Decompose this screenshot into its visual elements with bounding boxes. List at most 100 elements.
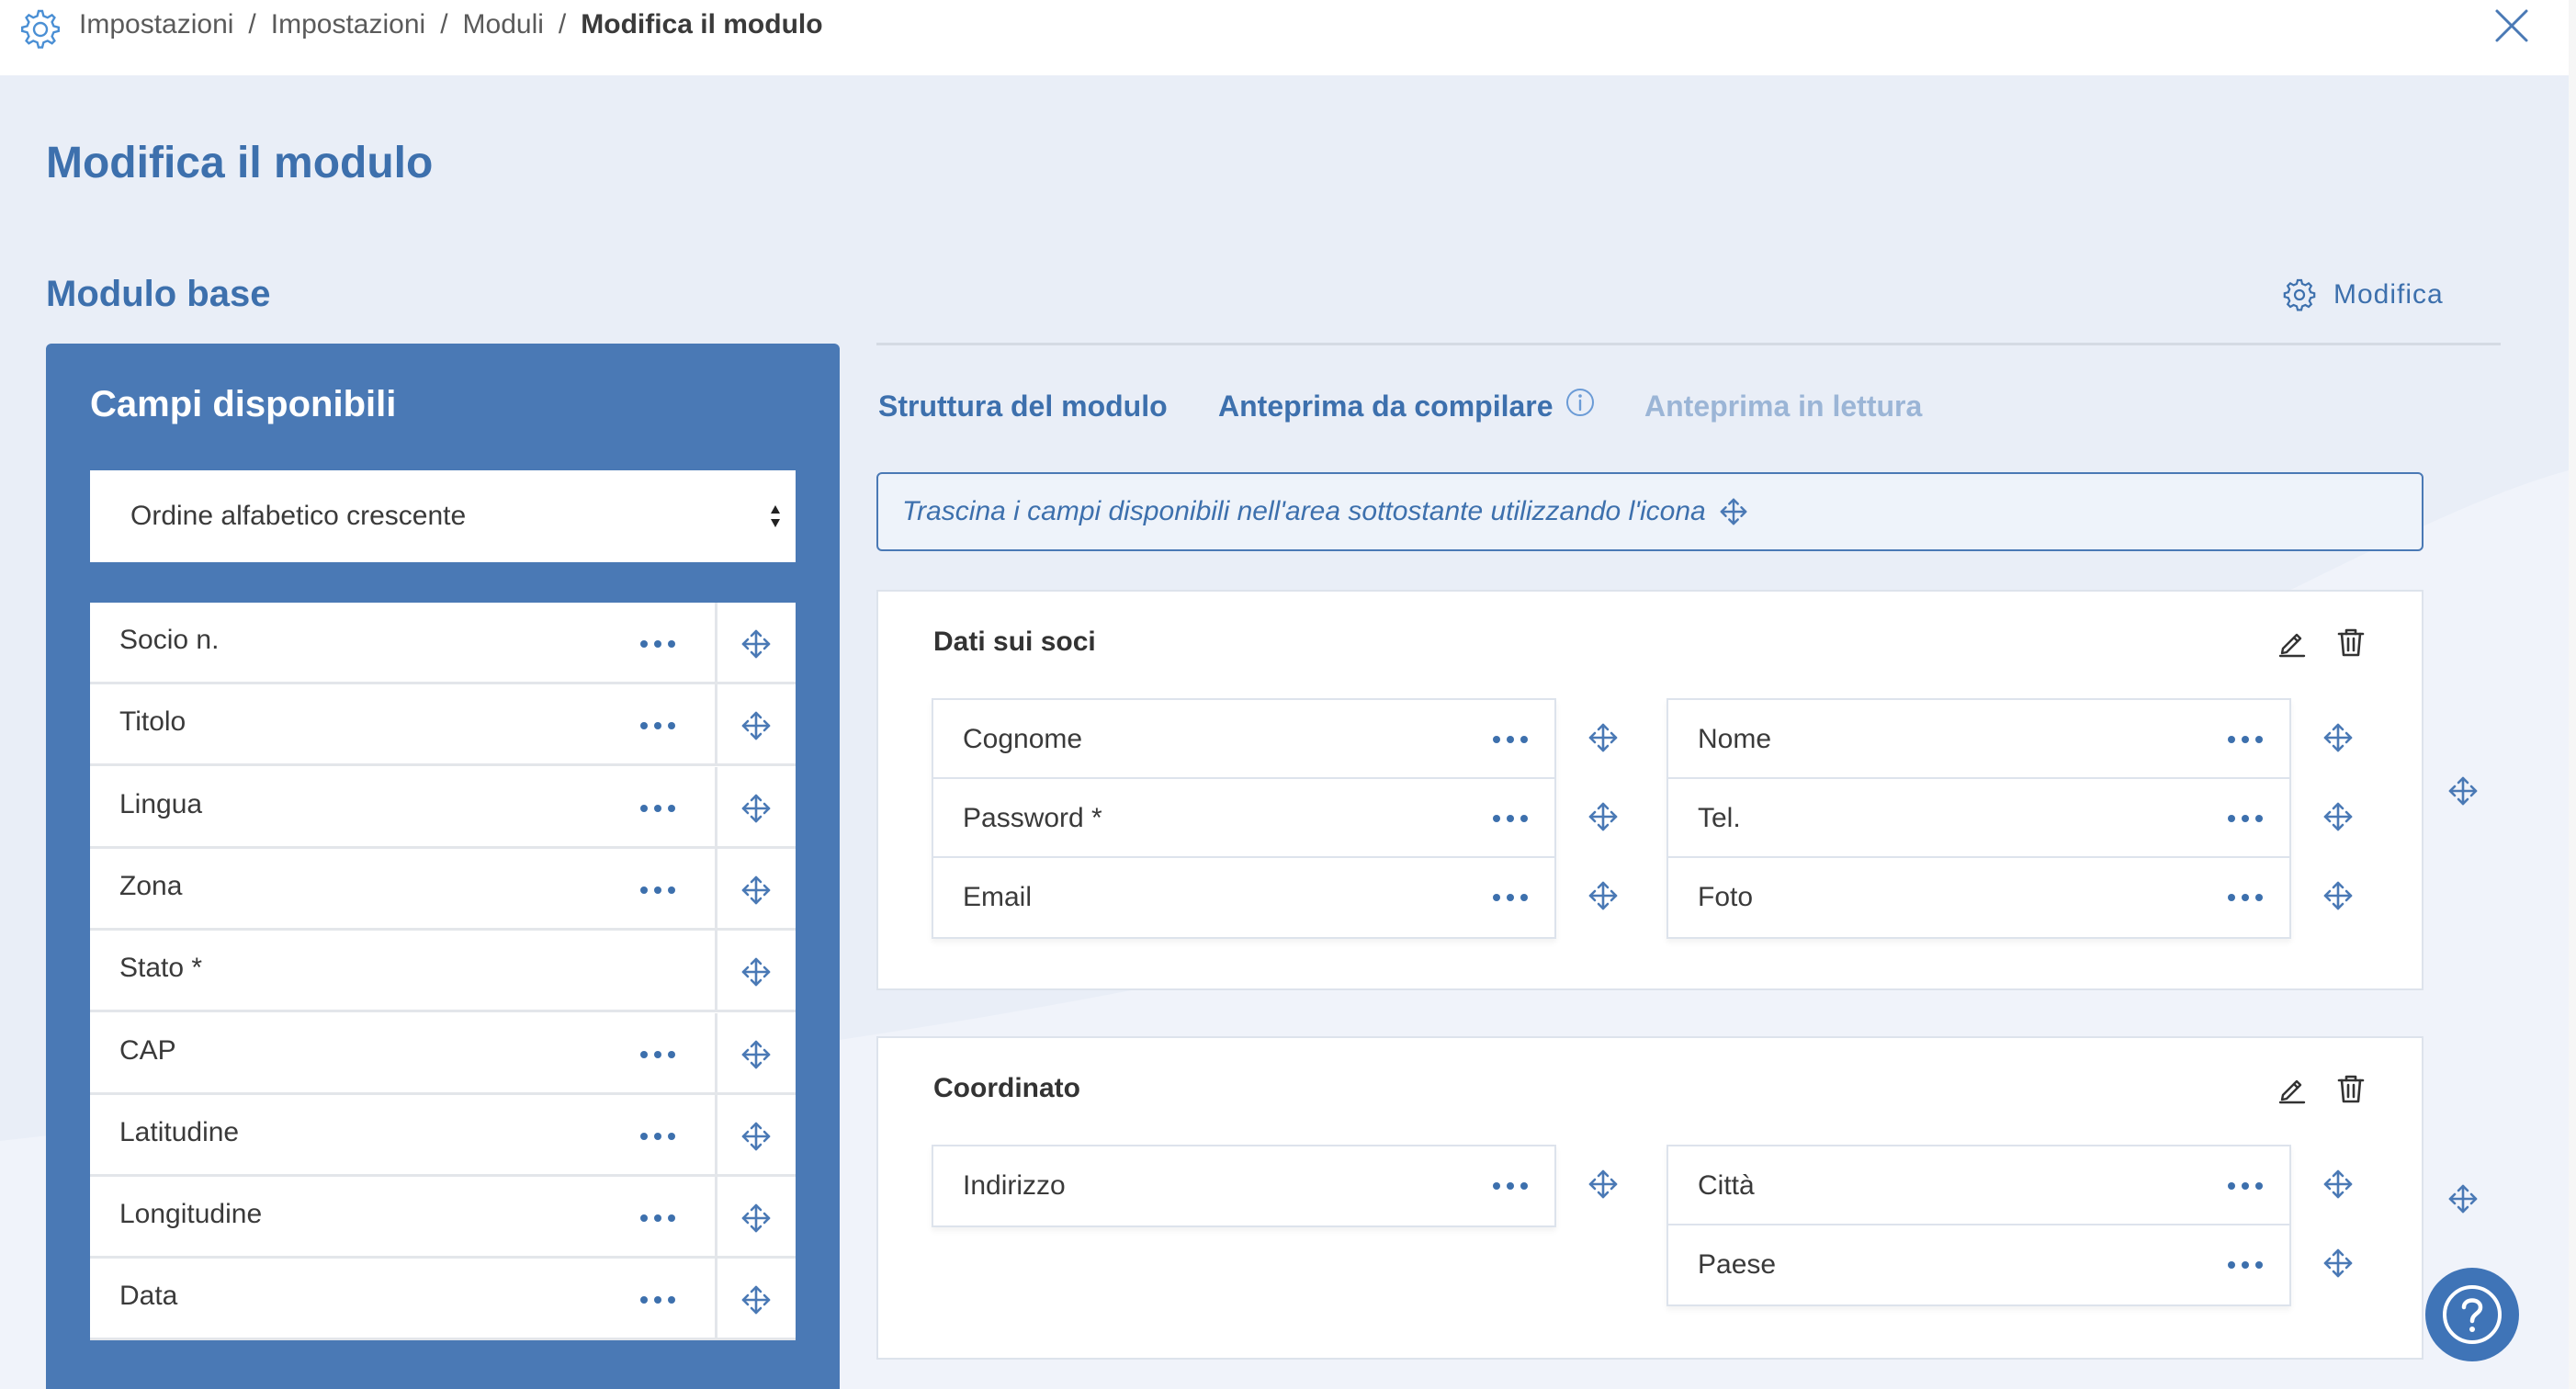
more-dots-icon[interactable] bbox=[1490, 1172, 1531, 1200]
move-icon bbox=[1719, 497, 1748, 526]
available-field-row[interactable]: Data bbox=[90, 1259, 796, 1341]
more-dots-icon[interactable] bbox=[638, 1041, 678, 1068]
move-icon[interactable] bbox=[1587, 722, 1619, 753]
section-field-row[interactable]: Città bbox=[1668, 1146, 2289, 1225]
section-field-row[interactable]: Foto bbox=[1668, 858, 2289, 937]
breadcrumb-separator: / bbox=[558, 9, 567, 40]
move-icon[interactable] bbox=[740, 710, 772, 741]
move-section-icon[interactable] bbox=[2447, 1183, 2479, 1214]
tab-preview-read[interactable]: Anteprima in lettura bbox=[1644, 390, 1922, 423]
more-dots-icon[interactable] bbox=[638, 712, 678, 740]
section-card-member-data: Dati sui soci Cognome Password * Email Nom… bbox=[876, 590, 2423, 990]
move-icon[interactable] bbox=[740, 875, 772, 906]
move-icon[interactable] bbox=[2322, 1169, 2354, 1200]
available-field-label: Latitudine bbox=[119, 1116, 240, 1147]
help-button[interactable] bbox=[2425, 1268, 2519, 1361]
available-fields-panel: Campi disponibili Ordine alfabetico cres… bbox=[46, 344, 840, 1389]
edit-module-label: Modifica bbox=[2333, 279, 2444, 310]
breadcrumb-separator: / bbox=[440, 9, 448, 40]
move-icon[interactable] bbox=[740, 956, 772, 988]
more-dots-icon[interactable] bbox=[2225, 884, 2265, 911]
available-field-row[interactable]: Titolo bbox=[90, 684, 796, 767]
tab-structure[interactable]: Struttura del modulo bbox=[878, 390, 1168, 423]
available-field-row[interactable]: Zona bbox=[90, 848, 796, 931]
available-field-label: Longitudine bbox=[119, 1199, 263, 1230]
section-field-row[interactable]: Email bbox=[933, 858, 1554, 937]
section-field-label: Tel. bbox=[1698, 803, 1741, 833]
more-dots-icon[interactable] bbox=[1490, 805, 1531, 832]
more-dots-icon[interactable] bbox=[1490, 726, 1531, 753]
breadcrumb-item[interactable]: Moduli bbox=[463, 9, 544, 40]
move-icon[interactable] bbox=[2322, 801, 2354, 832]
drag-hint-text: Trascina i campi disponibili nell'area s… bbox=[902, 496, 1706, 526]
move-icon[interactable] bbox=[2322, 880, 2354, 911]
available-field-row[interactable]: Socio n. bbox=[90, 603, 796, 684]
more-dots-icon[interactable] bbox=[638, 1123, 678, 1150]
trash-icon[interactable] bbox=[2335, 627, 2367, 658]
row-divider bbox=[715, 848, 717, 931]
move-icon[interactable] bbox=[2322, 1248, 2354, 1279]
move-icon[interactable] bbox=[740, 1203, 772, 1234]
move-icon[interactable] bbox=[740, 793, 772, 824]
section-field-row[interactable]: Password * bbox=[933, 779, 1554, 858]
row-divider bbox=[715, 931, 717, 1013]
available-field-row[interactable]: CAP bbox=[90, 1012, 796, 1095]
section-card-coordinates: Coordinato Indirizzo Città Paese bbox=[876, 1036, 2423, 1360]
move-icon[interactable] bbox=[740, 1284, 772, 1316]
move-icon[interactable] bbox=[2322, 722, 2354, 753]
breadcrumb-item[interactable]: Impostazioni bbox=[271, 9, 425, 40]
available-field-row[interactable]: Lingua bbox=[90, 766, 796, 849]
more-dots-icon[interactable] bbox=[2225, 1172, 2265, 1200]
available-field-label: Titolo bbox=[119, 706, 186, 738]
edit-module-button[interactable]: Modifica bbox=[2282, 272, 2444, 318]
breadcrumb-item[interactable]: Impostazioni bbox=[79, 9, 233, 40]
available-field-row[interactable]: Longitudine bbox=[90, 1177, 796, 1259]
more-dots-icon[interactable] bbox=[638, 1286, 678, 1314]
more-dots-icon[interactable] bbox=[2225, 726, 2265, 753]
move-icon[interactable] bbox=[740, 628, 772, 660]
tabs-divider bbox=[876, 343, 2501, 345]
move-icon[interactable] bbox=[1587, 1169, 1619, 1200]
edit-icon[interactable] bbox=[2277, 627, 2308, 658]
available-field-row[interactable]: Latitudine bbox=[90, 1094, 796, 1177]
tab-preview-fill[interactable]: Anteprima da compilare bbox=[1218, 390, 1554, 423]
close-icon[interactable] bbox=[2491, 6, 2532, 46]
section-card-title: Coordinato bbox=[933, 1073, 1080, 1103]
section-card-title: Dati sui soci bbox=[933, 627, 1096, 657]
more-dots-icon[interactable] bbox=[638, 1204, 678, 1232]
scrollbar-track[interactable] bbox=[2569, 0, 2576, 1389]
more-dots-icon[interactable] bbox=[2225, 805, 2265, 832]
info-icon[interactable] bbox=[1565, 388, 1595, 417]
move-icon[interactable] bbox=[1587, 880, 1619, 911]
trash-icon[interactable] bbox=[2335, 1073, 2367, 1104]
move-section-icon[interactable] bbox=[2447, 775, 2479, 807]
more-dots-icon[interactable] bbox=[638, 876, 678, 904]
section-field-row[interactable]: Indirizzo bbox=[933, 1146, 1554, 1225]
section-field-row[interactable]: Tel. bbox=[1668, 779, 2289, 858]
more-dots-icon[interactable] bbox=[2225, 1251, 2265, 1279]
move-icon[interactable] bbox=[1587, 801, 1619, 832]
row-divider bbox=[715, 603, 717, 684]
section-field-row[interactable]: Nome bbox=[1668, 700, 2289, 779]
drag-hint: Trascina i campi disponibili nell'area s… bbox=[876, 472, 2423, 551]
move-icon[interactable] bbox=[740, 1039, 772, 1070]
section-field-label: Nome bbox=[1698, 724, 1772, 754]
section-field-row[interactable]: Paese bbox=[1668, 1225, 2289, 1304]
sort-select[interactable]: Ordine alfabetico crescente bbox=[90, 470, 796, 562]
edit-icon[interactable] bbox=[2277, 1073, 2308, 1104]
sort-select-value: Ordine alfabetico crescente bbox=[130, 501, 467, 531]
section-field-row[interactable]: Cognome bbox=[933, 700, 1554, 779]
gear-icon bbox=[2283, 278, 2316, 311]
available-field-row[interactable]: Stato * bbox=[90, 931, 796, 1013]
row-divider bbox=[715, 766, 717, 849]
more-dots-icon[interactable] bbox=[1490, 884, 1531, 911]
move-icon[interactable] bbox=[740, 1121, 772, 1152]
more-dots-icon[interactable] bbox=[638, 795, 678, 822]
more-dots-icon[interactable] bbox=[638, 630, 678, 658]
row-divider bbox=[715, 1259, 717, 1341]
section-field-label: Password * bbox=[963, 803, 1102, 833]
section-field-label: Email bbox=[963, 882, 1033, 912]
field-column-left: Indirizzo bbox=[932, 1145, 1556, 1227]
field-column-right: Nome Tel. Foto bbox=[1666, 698, 2291, 939]
section-field-label: Città bbox=[1698, 1170, 1755, 1201]
